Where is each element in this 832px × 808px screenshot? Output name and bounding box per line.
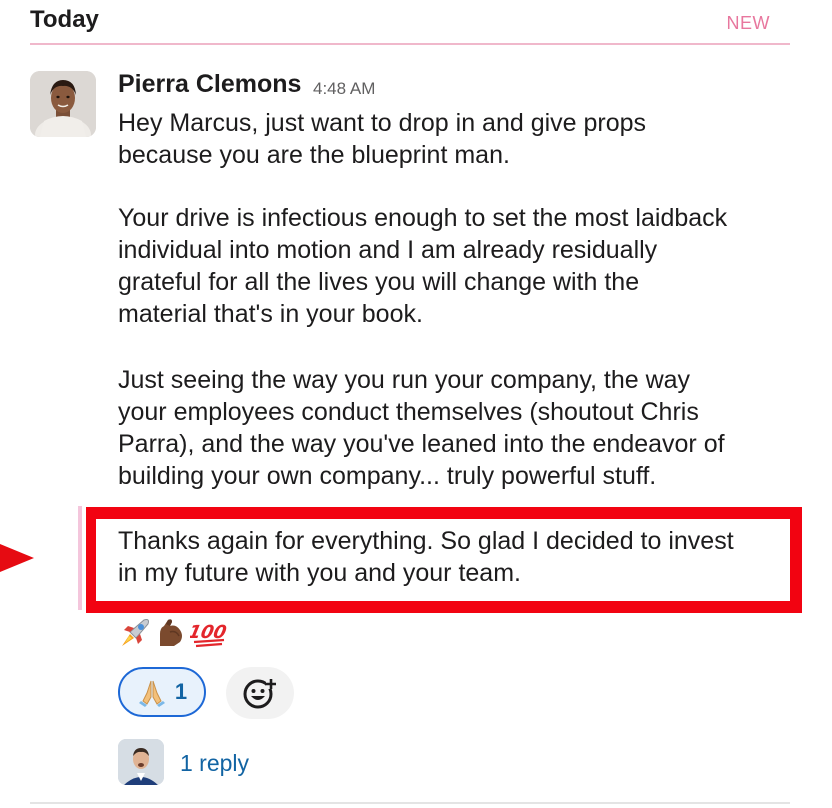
reply-avatar[interactable] xyxy=(118,739,164,785)
rocket-icon xyxy=(122,619,149,646)
message-paragraph-1: Hey Marcus, just want to drop in and giv… xyxy=(118,109,647,169)
message-paragraph-3: Just seeing the way you run your company… xyxy=(118,366,725,490)
reaction-folded-hands[interactable]: 1 xyxy=(118,667,206,717)
replier-photo-icon xyxy=(118,739,164,785)
emoji-row: 100 xyxy=(118,615,230,651)
sender-avatar[interactable] xyxy=(30,71,96,137)
add-reaction-button[interactable] xyxy=(226,667,294,719)
reaction-count: 1 xyxy=(174,679,188,704)
add-reaction-icon xyxy=(243,679,276,709)
message-timestamp[interactable]: 4:48 AM xyxy=(313,79,375,99)
day-divider-label: Today xyxy=(30,6,99,33)
sender-name[interactable]: Pierra Clemons xyxy=(118,70,301,99)
profile-photo-icon xyxy=(30,71,96,137)
flexed-biceps-icon xyxy=(160,619,182,646)
new-messages-badge: NEW xyxy=(726,13,770,33)
thread-reply-link[interactable]: 1 reply xyxy=(180,750,249,777)
annotation-arrow-icon xyxy=(0,544,34,572)
hundred-points-icon: 100 xyxy=(190,622,228,648)
highlight-stripe xyxy=(78,506,82,610)
message-paragraph-2: Your drive is infectious enough to set t… xyxy=(118,204,728,328)
new-messages-divider xyxy=(30,43,790,45)
message-divider xyxy=(30,802,790,804)
folded-hands-icon xyxy=(138,680,165,707)
message-paragraph-4: Thanks again for everything. So glad I d… xyxy=(118,527,734,587)
